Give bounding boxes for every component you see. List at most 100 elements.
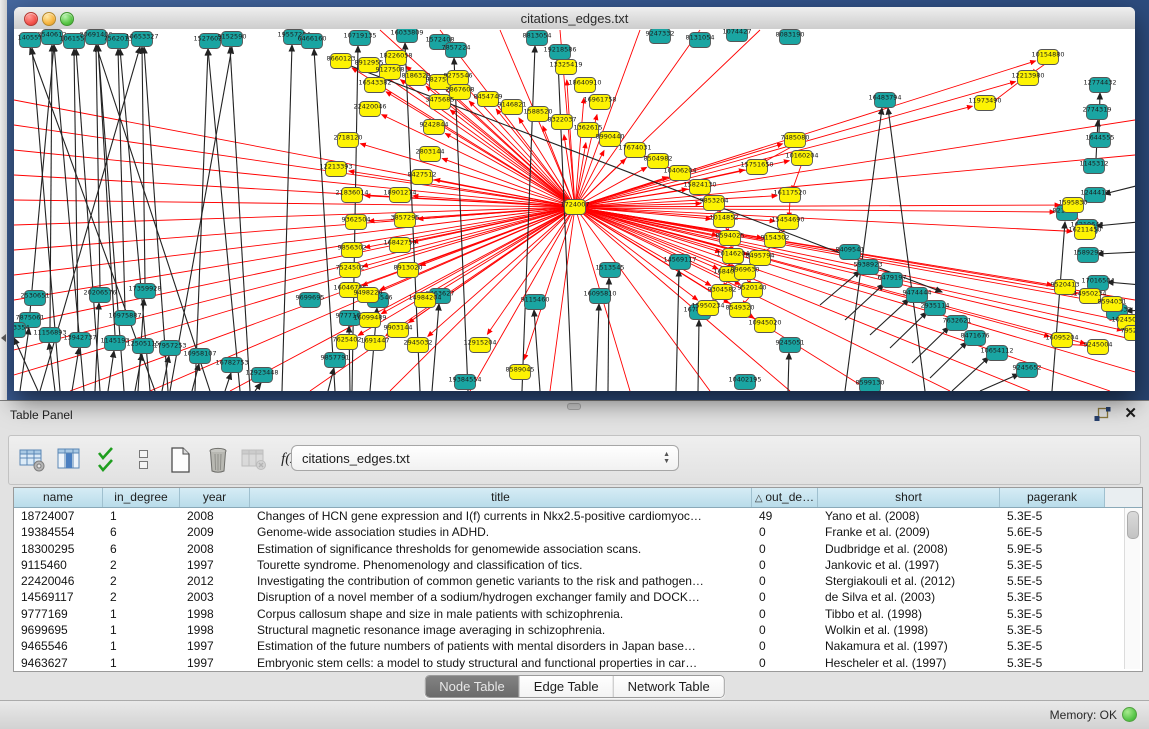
graph-node[interactable]: 9520140	[738, 283, 767, 298]
table-row[interactable]: 1872400712008Changes of HCN gene express…	[14, 508, 1142, 524]
network-canvas[interactable]: 1405572540612106155620691406756201310653…	[14, 29, 1135, 391]
graph-node[interactable]: 1014852	[710, 213, 739, 228]
create-column-icon[interactable]	[167, 446, 194, 473]
graph-node[interactable]: 10154880	[1031, 50, 1064, 65]
graph-node[interactable]: 8549320	[726, 303, 755, 318]
graph-node[interactable]: 9474444	[903, 288, 932, 303]
collapse-arrow-icon[interactable]	[1, 334, 6, 342]
column-header-out_de[interactable]: △ out_de…	[752, 488, 818, 507]
graph-node[interactable]: 18640910	[568, 78, 601, 93]
graph-node[interactable]: 16117520	[773, 188, 806, 203]
graph-node[interactable]: 9146821	[498, 100, 527, 115]
graph-node[interactable]: 12774432	[1083, 78, 1116, 93]
memory-ok-icon[interactable]	[1122, 707, 1137, 722]
graph-node[interactable]: 9245652	[1013, 363, 1042, 378]
graph-node[interactable]: 8969630	[731, 265, 760, 280]
graph-node[interactable]: 8471676	[961, 331, 990, 346]
delete-column-icon[interactable]	[204, 446, 231, 473]
graph-node[interactable]: 8427512	[408, 170, 437, 185]
graph-hub-node[interactable]: 1724007	[561, 200, 590, 215]
graph-node[interactable]: 9857791	[321, 353, 350, 368]
table-row[interactable]: 969969511998Structural magnetic resonanc…	[14, 622, 1142, 638]
graph-node[interactable]: 2945032	[404, 338, 433, 353]
table-row[interactable]: 977716911998Corpus callosum shape and si…	[14, 606, 1142, 622]
graph-node[interactable]: 8913020	[394, 263, 423, 278]
graph-node[interactable]: 9154302	[761, 233, 790, 248]
graph-node[interactable]: 1074427	[723, 29, 752, 42]
graph-node[interactable]: 17359928	[128, 284, 161, 299]
show-columns-icon[interactable]	[56, 446, 83, 473]
network-window[interactable]: citations_edges.txt 14055725406121061556…	[14, 7, 1135, 391]
table-selector-dropdown[interactable]: citations_edges.txt ▲▼	[291, 445, 679, 471]
table-row[interactable]: 1938455462009Genome-wide association stu…	[14, 524, 1142, 540]
graph-node[interactable]: 3913354	[14, 323, 29, 338]
graph-node[interactable]: 9245004	[1084, 340, 1113, 355]
graph-node[interactable]: 10975887	[108, 311, 141, 326]
graph-node[interactable]: 9242844	[420, 120, 449, 135]
graph-node[interactable]: 8322037	[548, 115, 577, 130]
graph-node[interactable]: 19384554	[448, 375, 481, 390]
table-mode-icon[interactable]	[19, 446, 46, 473]
graph-node[interactable]: 9856302	[338, 243, 367, 258]
graph-node[interactable]: 1145312	[1080, 159, 1109, 174]
graph-node[interactable]: 8660123	[327, 54, 356, 69]
column-header-title[interactable]: title	[250, 488, 752, 507]
column-header-short[interactable]: short	[818, 488, 1000, 507]
graph-node[interactable]: 7485080	[781, 133, 810, 148]
graph-node[interactable]: 1145193	[101, 336, 130, 351]
table-row[interactable]: 1830029562008Estimation of significance …	[14, 541, 1142, 557]
graph-node[interactable]: 18226058	[379, 51, 412, 66]
graph-node[interactable]: 2774319	[1083, 105, 1112, 120]
graph-node[interactable]: 10402195	[728, 375, 761, 390]
tab-node-table[interactable]: Node Table	[425, 676, 520, 697]
graph-node[interactable]: 15751650	[740, 160, 773, 175]
graph-node[interactable]: 15454690	[771, 215, 804, 230]
graph-node[interactable]: 1644555	[1086, 133, 1115, 148]
graph-node[interactable]: 9903144	[384, 323, 413, 338]
graph-node[interactable]: 9275546	[444, 71, 473, 86]
graph-node[interactable]: 9853204	[700, 196, 729, 211]
graph-node[interactable]: 16543382	[358, 78, 391, 93]
graph-node[interactable]: 21836014	[335, 188, 368, 203]
graph-node[interactable]: 1513545	[596, 263, 625, 278]
graph-node[interactable]: 7625402	[333, 335, 362, 350]
graph-node[interactable]: 13942737	[63, 333, 96, 348]
graph-node[interactable]: 16095810	[583, 289, 616, 304]
select-all-icon[interactable]	[93, 446, 120, 473]
column-header-in_degree[interactable]: in_degree	[103, 488, 180, 507]
graph-node[interactable]: 7857224	[442, 43, 471, 58]
column-header-pagerank[interactable]: pagerank	[1000, 488, 1105, 507]
graph-node[interactable]: 9152590	[218, 32, 247, 47]
graph-node[interactable]: 3857295	[391, 213, 420, 228]
clear-selection-icon[interactable]	[130, 446, 157, 473]
graph-node[interactable]: 10160204	[785, 151, 818, 166]
graph-node[interactable]: 3475685	[426, 95, 455, 110]
graph-node[interactable]: 16842750	[383, 238, 416, 253]
graph-node[interactable]: 8409541	[836, 245, 865, 260]
float-panel-icon[interactable]	[1094, 407, 1111, 427]
graph-node[interactable]: 9304582	[708, 285, 737, 300]
graph-node[interactable]: 12915204	[463, 338, 496, 353]
tab-network-table[interactable]: Network Table	[614, 676, 724, 697]
graph-node[interactable]: 9245051	[776, 338, 805, 353]
graph-node[interactable]: 9498220	[354, 288, 383, 303]
graph-node[interactable]: 2530651	[21, 291, 50, 306]
graph-node[interactable]: 6479197	[878, 273, 907, 288]
graph-node[interactable]: 9362504	[342, 215, 371, 230]
graph-node[interactable]: 16095204	[1045, 333, 1078, 348]
graph-node[interactable]: 10653327	[125, 32, 158, 47]
graph-node[interactable]: 5938923	[854, 260, 883, 275]
graph-node[interactable]: 2803144	[416, 147, 445, 162]
table-row[interactable]: 1456911722003Disruption of a novel membe…	[14, 589, 1142, 605]
graph-node[interactable]: 8495794	[746, 251, 775, 266]
graph-node[interactable]: 16211450	[1068, 225, 1101, 240]
column-header-year[interactable]: year	[180, 488, 250, 507]
graph-node[interactable]: 10958107	[183, 349, 216, 364]
graph-node[interactable]: 9247332	[646, 29, 675, 44]
graph-node[interactable]: 8594031	[1098, 297, 1127, 312]
graph-node[interactable]: 1589297	[1074, 248, 1103, 263]
graph-node[interactable]: 9115460	[521, 295, 550, 310]
graph-node[interactable]: 11973490	[968, 96, 1001, 111]
graph-node[interactable]: 16782753	[215, 358, 248, 373]
graph-node[interactable]: 10654112	[980, 346, 1013, 361]
